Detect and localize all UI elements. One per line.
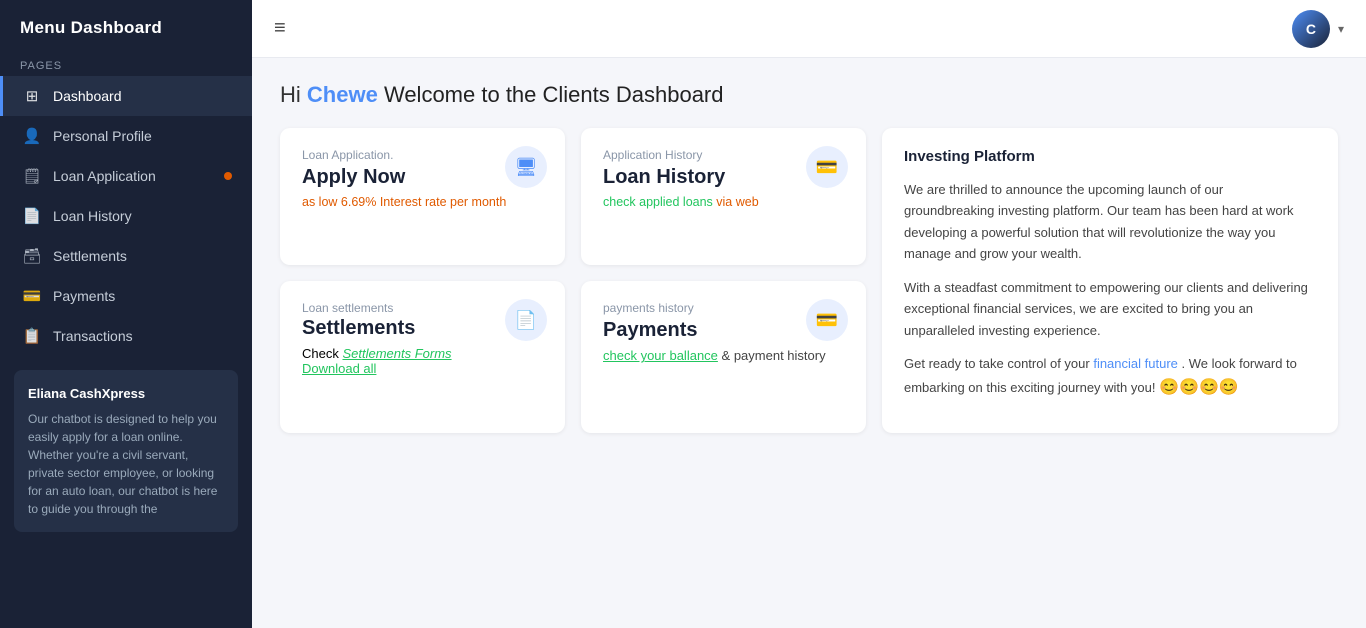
loan-history-icon: 💳 bbox=[806, 146, 848, 188]
sidebar-item-loan-application[interactable]: 🗒 Loan Application bbox=[0, 156, 252, 196]
emoji-icons: 😊😊😊😊 bbox=[1159, 379, 1239, 396]
sidebar-item-label: Personal Profile bbox=[53, 128, 152, 144]
settlements-forms-link[interactable]: Settlements Forms bbox=[342, 346, 451, 361]
sidebar-item-loan-history[interactable]: 📄 Loan History bbox=[0, 196, 252, 236]
avatar[interactable]: C bbox=[1292, 10, 1330, 48]
topnav: ≡ C ▾ bbox=[252, 0, 1366, 58]
person-icon: 👤 bbox=[23, 127, 41, 145]
settlements-card[interactable]: Loan settlements Settlements Check Settl… bbox=[280, 281, 565, 432]
welcome-hi: Hi bbox=[280, 82, 301, 107]
payments-suffix: & payment history bbox=[722, 348, 826, 363]
chatbot-card: Eliana CashXpress Our chatbot is designe… bbox=[14, 370, 238, 532]
welcome-rest: Welcome to the Clients Dashboard bbox=[384, 82, 724, 107]
sidebar-item-dashboard[interactable]: ⊞ Dashboard bbox=[0, 76, 252, 116]
history-icon: 📄 bbox=[23, 207, 41, 225]
investing-para2: With a steadfast commitment to empowerin… bbox=[904, 277, 1316, 341]
loan-history-subtitle-suffix: via web bbox=[716, 195, 758, 209]
hamburger-button[interactable]: ≡ bbox=[274, 17, 286, 40]
chatbot-description: Our chatbot is designed to help you easi… bbox=[28, 410, 224, 518]
payments-subtitle: check your ballance & payment history bbox=[603, 348, 844, 363]
check-applied-loans-link[interactable]: check applied loans bbox=[603, 195, 713, 209]
payments-card[interactable]: payments history Payments check your bal… bbox=[581, 281, 866, 432]
document-icon: 🗒 bbox=[23, 167, 41, 185]
investing-para3: Get ready to take control of your financ… bbox=[904, 353, 1316, 401]
page-content: Hi Chewe Welcome to the Clients Dashboar… bbox=[252, 58, 1366, 628]
sidebar-item-label: Settlements bbox=[53, 248, 127, 264]
investing-label: Investing Platform bbox=[904, 148, 1316, 165]
loan-history-subtitle: check applied loans via web bbox=[603, 195, 844, 209]
sidebar-item-label: Dashboard bbox=[53, 88, 122, 104]
sidebar-title: Menu Dashboard bbox=[0, 0, 252, 52]
loan-history-card[interactable]: Application History Loan History check a… bbox=[581, 128, 866, 265]
sidebar-item-label: Loan History bbox=[53, 208, 132, 224]
sidebar-section-label: Pages bbox=[0, 52, 252, 76]
loan-application-card[interactable]: Loan Application. Apply Now as low 6.69%… bbox=[280, 128, 565, 265]
settlements-icon: 🗃 bbox=[23, 247, 41, 265]
financial-future-link[interactable]: financial future bbox=[1093, 356, 1178, 371]
sidebar-item-label: Payments bbox=[53, 288, 115, 304]
transactions-icon: 📋 bbox=[23, 327, 41, 345]
topnav-right: C ▾ bbox=[1292, 10, 1344, 48]
investing-para1: We are thrilled to announce the upcoming… bbox=[904, 179, 1316, 265]
sidebar-item-label: Loan Application bbox=[53, 168, 156, 184]
chevron-down-icon[interactable]: ▾ bbox=[1338, 22, 1344, 36]
sidebar-item-payments[interactable]: 💳 Payments bbox=[0, 276, 252, 316]
sidebar-item-personal-profile[interactable]: 👤 Personal Profile bbox=[0, 116, 252, 156]
welcome-heading: Hi Chewe Welcome to the Clients Dashboar… bbox=[280, 82, 1338, 108]
sidebar: Menu Dashboard Pages ⊞ Dashboard 👤 Perso… bbox=[0, 0, 252, 628]
dashboard-icon: ⊞ bbox=[23, 87, 41, 105]
investing-card: Investing Platform We are thrilled to an… bbox=[882, 128, 1338, 433]
loan-application-subtitle: as low 6.69% Interest rate per month bbox=[302, 195, 543, 209]
main-area: ≡ C ▾ Hi Chewe Welcome to the Clients Da… bbox=[252, 0, 1366, 628]
loan-application-icon: 🖥 bbox=[505, 146, 547, 188]
download-all-link[interactable]: Download all bbox=[302, 361, 376, 376]
loan-application-badge bbox=[224, 172, 232, 180]
sidebar-item-label: Transactions bbox=[53, 328, 133, 344]
welcome-name: Chewe bbox=[307, 82, 378, 107]
check-prefix: Check bbox=[302, 346, 342, 361]
check-balance-link[interactable]: check your ballance bbox=[603, 348, 718, 363]
chatbot-title: Eliana CashXpress bbox=[28, 384, 224, 404]
sidebar-item-transactions[interactable]: 📋 Transactions bbox=[0, 316, 252, 356]
cards-grid: Loan Application. Apply Now as low 6.69%… bbox=[280, 128, 1338, 433]
settlements-links: Check Settlements Forms Download all bbox=[302, 346, 543, 376]
sidebar-item-settlements[interactable]: 🗃 Settlements bbox=[0, 236, 252, 276]
payments-icon: 💳 bbox=[23, 287, 41, 305]
